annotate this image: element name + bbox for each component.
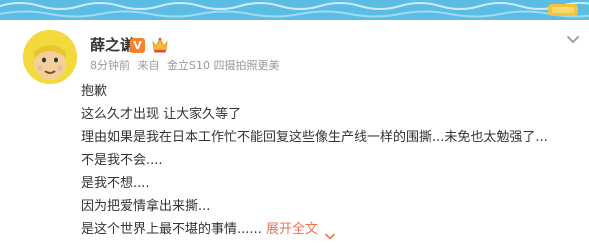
source-prefix: 来自 <box>137 59 160 72</box>
avatar[interactable] <box>23 30 77 84</box>
post-line-text: 是这个世界上最不堪的事情...... <box>81 222 262 237</box>
weibo-post-card: 薛之谦 V 8分钟前 来自 金立S10 四摄拍照更美 抱歉 这么久才出现 让大家… <box>0 20 589 250</box>
post-time[interactable]: 8分钟前 <box>90 59 130 72</box>
post-text: 抱歉 这么久才出现 让大家久等了 理由如果是我在日本工作忙不能回复这些像生产线一… <box>81 80 581 241</box>
expand-full-text-link[interactable]: 展开全文 <box>265 222 335 240</box>
post-line: 理由如果是我在日本工作忙不能回复这些像生产线一样的围撕...未免也太勉强了... <box>81 130 548 145</box>
vip-crown-icon[interactable] <box>151 36 169 54</box>
chevron-down-icon <box>325 226 335 240</box>
post-line: 因为把爱情拿出来撕... <box>81 199 211 214</box>
expand-label: 展开全文 <box>265 222 318 237</box>
page-background-strip <box>0 0 589 20</box>
verified-v-badge[interactable]: V <box>130 38 145 53</box>
post-meta: 8分钟前 来自 金立S10 四摄拍照更美 <box>90 58 283 74</box>
post-line: 是我不想.... <box>81 176 150 191</box>
post-line: 不是我不会.... <box>81 153 163 168</box>
username[interactable]: 薛之谦 <box>90 35 135 55</box>
post-line: 这么久才出现 让大家久等了 <box>81 107 242 122</box>
source-device[interactable]: 金立S10 四摄拍照更美 <box>167 59 279 72</box>
chevron-down-icon[interactable] <box>566 30 580 44</box>
post-line: 抱歉 <box>81 84 108 99</box>
post-line-last: 是这个世界上最不堪的事情...... 展开全文 <box>81 218 581 241</box>
